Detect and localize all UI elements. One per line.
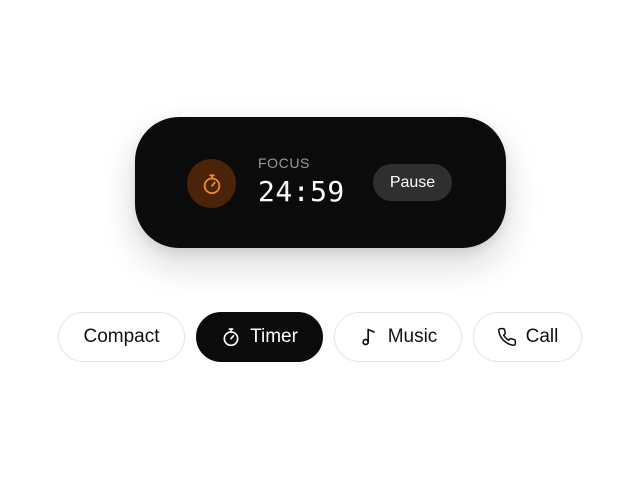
mode-timer-button[interactable]: Timer (196, 312, 323, 362)
activity-label: FOCUS (258, 155, 310, 171)
mode-label: Timer (250, 326, 298, 347)
mode-music-button[interactable]: Music (334, 312, 462, 362)
stopwatch-icon (223, 328, 239, 347)
stopwatch-icon (203, 173, 220, 194)
countdown-time: 24:59 (258, 175, 345, 208)
mode-call-button[interactable]: Call (473, 312, 582, 362)
mode-label: Music (387, 326, 438, 347)
pause-button[interactable]: Pause (373, 164, 452, 201)
mode-label: Compact (83, 326, 160, 347)
mode-label: Call (525, 326, 559, 347)
mode-compact-button[interactable]: Compact (58, 312, 185, 362)
dynamic-island-demo: FOCUS 24:59 Pause Compact Timer Music Ca… (0, 0, 640, 480)
phone-icon (497, 327, 516, 346)
music-note-icon (362, 328, 375, 346)
timer-badge (187, 159, 236, 208)
live-activity-pill: FOCUS 24:59 Pause (135, 117, 506, 248)
